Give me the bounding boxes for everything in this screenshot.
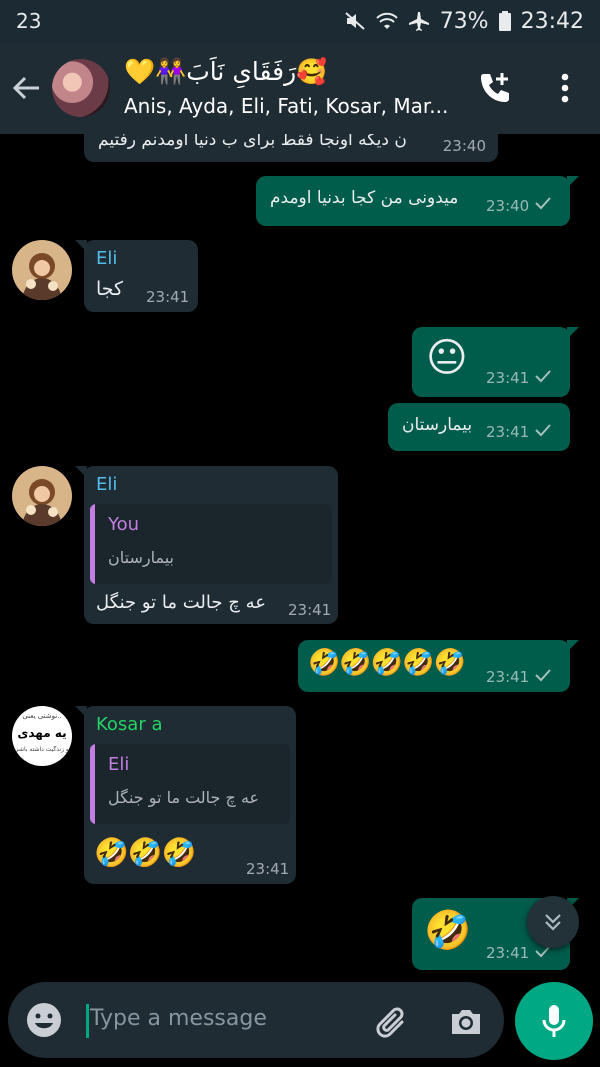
message-bubble-incoming[interactable]: Eli You بیمارستان عه چ جالت ما تو جنگل 2… <box>75 466 338 624</box>
title-emoji-after: 🥰 <box>296 57 328 86</box>
message-time: 23:41 <box>246 860 290 878</box>
sender-name: Kosar a <box>96 714 163 735</box>
group-title: 💛👭رَفَقَاىِ نَاَبَ🥰 <box>124 56 460 88</box>
menu-button[interactable] <box>530 42 600 134</box>
message-time: 23:41 <box>486 944 530 962</box>
message-composer: Type a message <box>8 982 504 1058</box>
notification-count: 23 <box>16 9 42 33</box>
message-bubble-incoming[interactable]: Eli کجا 23:41 <box>75 240 198 312</box>
scroll-to-bottom-button[interactable] <box>527 896 579 948</box>
eli-avatar[interactable] <box>12 466 72 526</box>
battery-icon <box>498 11 511 31</box>
message-text: ن دیگه اونجا فقط برای ب دنیا اومدنم رفتی… <box>98 134 407 150</box>
chat-header: 💛👭رَفَقَاىِ نَاَبَ🥰 Anis, Ayda, Eli, Fat… <box>0 42 600 134</box>
quoted-message[interactable]: You بیمارستان <box>90 504 332 584</box>
quote-author: You <box>108 514 140 535</box>
message-bubble-outgoing[interactable]: میدونی من کجا بدنیا اومدم 23:40 <box>256 176 579 226</box>
message-time: 23:41 <box>146 288 190 306</box>
message-time: 23:40 <box>486 197 530 215</box>
text-cursor <box>86 1004 89 1038</box>
quote-text: بیمارستان <box>108 548 174 567</box>
message-bubble-outgoing[interactable]: 🤣🤣🤣🤣🤣 23:41 <box>298 640 579 692</box>
quote-accent-bar <box>90 504 95 584</box>
message-bubble-incoming[interactable]: Kosar a Eli عه چ جالت ما تو جنگل 🤣🤣🤣 23:… <box>75 706 296 884</box>
camera-button[interactable] <box>446 1002 486 1042</box>
message-time: 23:41 <box>288 601 332 619</box>
eli-avatar-image <box>12 240 72 300</box>
sent-check-icon <box>535 370 551 383</box>
status-bar: 23 73% 23:42 <box>0 0 600 42</box>
back-button[interactable] <box>0 42 52 134</box>
title-text: رَفَقَاىِ نَاَبَ <box>186 57 297 86</box>
message-bubble-outgoing[interactable]: بیمارستان 23:41 <box>388 403 570 451</box>
quote-text: عه چ جالت ما تو جنگل <box>108 788 260 807</box>
message-emoji: 🤣🤣🤣 <box>94 836 197 869</box>
microphone-icon <box>542 1005 566 1037</box>
message-text: بیمارستان <box>402 415 473 435</box>
phone-plus-icon <box>481 73 509 102</box>
group-info[interactable]: 💛👭رَفَقَاىِ نَاَبَ🥰 Anis, Ayda, Eli, Fat… <box>124 56 460 120</box>
quote-author: Eli <box>108 754 130 775</box>
message-list[interactable]: ن دیگه اونجا فقط برای ب دنیا اومدنم رفتی… <box>0 134 600 979</box>
message-text: کجا <box>96 278 124 300</box>
back-arrow-icon <box>12 76 39 100</box>
eli-avatar-image <box>12 466 72 526</box>
title-emoji-before: 💛👭 <box>124 57 187 86</box>
message-bubble-incoming[interactable]: ن دیگه اونجا فقط برای ب دنیا اومدنم رفتی… <box>84 134 498 162</box>
message-time: 23:41 <box>486 668 530 686</box>
mute-icon <box>344 11 366 31</box>
wifi-icon <box>375 11 398 31</box>
message-time: 23:41 <box>486 369 530 387</box>
battery-percent: 73% <box>439 8 489 34</box>
emoji-button[interactable] <box>24 1000 64 1040</box>
kosar-avatar-line2: یه مهدی <box>17 726 67 740</box>
message-bubble-outgoing[interactable]: 😐 23:41 <box>412 327 579 397</box>
paperclip-icon <box>376 1007 404 1038</box>
more-vert-icon <box>561 73 569 103</box>
kosar-avatar-line1: نوشتی یعنی.. <box>22 712 62 720</box>
sender-name: Eli <box>96 248 118 269</box>
quote-accent-bar <box>90 744 95 824</box>
message-time: 23:40 <box>442 137 486 155</box>
sent-check-icon <box>535 669 551 682</box>
message-time: 23:41 <box>486 423 530 441</box>
quoted-message[interactable]: Eli عه چ جالت ما تو جنگل <box>90 744 290 824</box>
voice-record-button[interactable] <box>515 982 593 1060</box>
group-members: Anis, Ayda, Eli, Fati, Kosar, Mar... <box>124 94 449 118</box>
sent-check-icon <box>535 424 551 437</box>
airplane-icon <box>408 11 430 31</box>
message-input[interactable]: Type a message <box>90 1006 267 1031</box>
emoji-icon <box>27 1003 61 1037</box>
attach-button[interactable] <box>372 1002 412 1042</box>
camera-icon <box>452 1010 480 1034</box>
group-avatar[interactable] <box>52 59 110 117</box>
kosar-avatar[interactable]: نوشتی یعنی.. یه مهدی تو زندگیت داشته باش… <box>12 706 72 766</box>
message-emoji: 🤣🤣🤣🤣🤣 <box>308 648 466 678</box>
sent-check-icon <box>535 197 551 210</box>
message-emoji: 🤣 <box>424 908 472 952</box>
message-text: عه چ جالت ما تو جنگل <box>96 592 266 613</box>
eli-avatar[interactable] <box>12 240 72 300</box>
message-emoji: 😐 <box>426 335 468 381</box>
kosar-avatar-line3: تو زندگیت داشته باشی <box>14 746 70 753</box>
clock: 23:42 <box>520 8 584 34</box>
sender-name: Eli <box>96 474 118 495</box>
double-chevron-down-icon <box>545 914 561 931</box>
add-call-button[interactable] <box>460 42 530 134</box>
message-text: میدونی من کجا بدنیا اومدم <box>270 188 459 208</box>
